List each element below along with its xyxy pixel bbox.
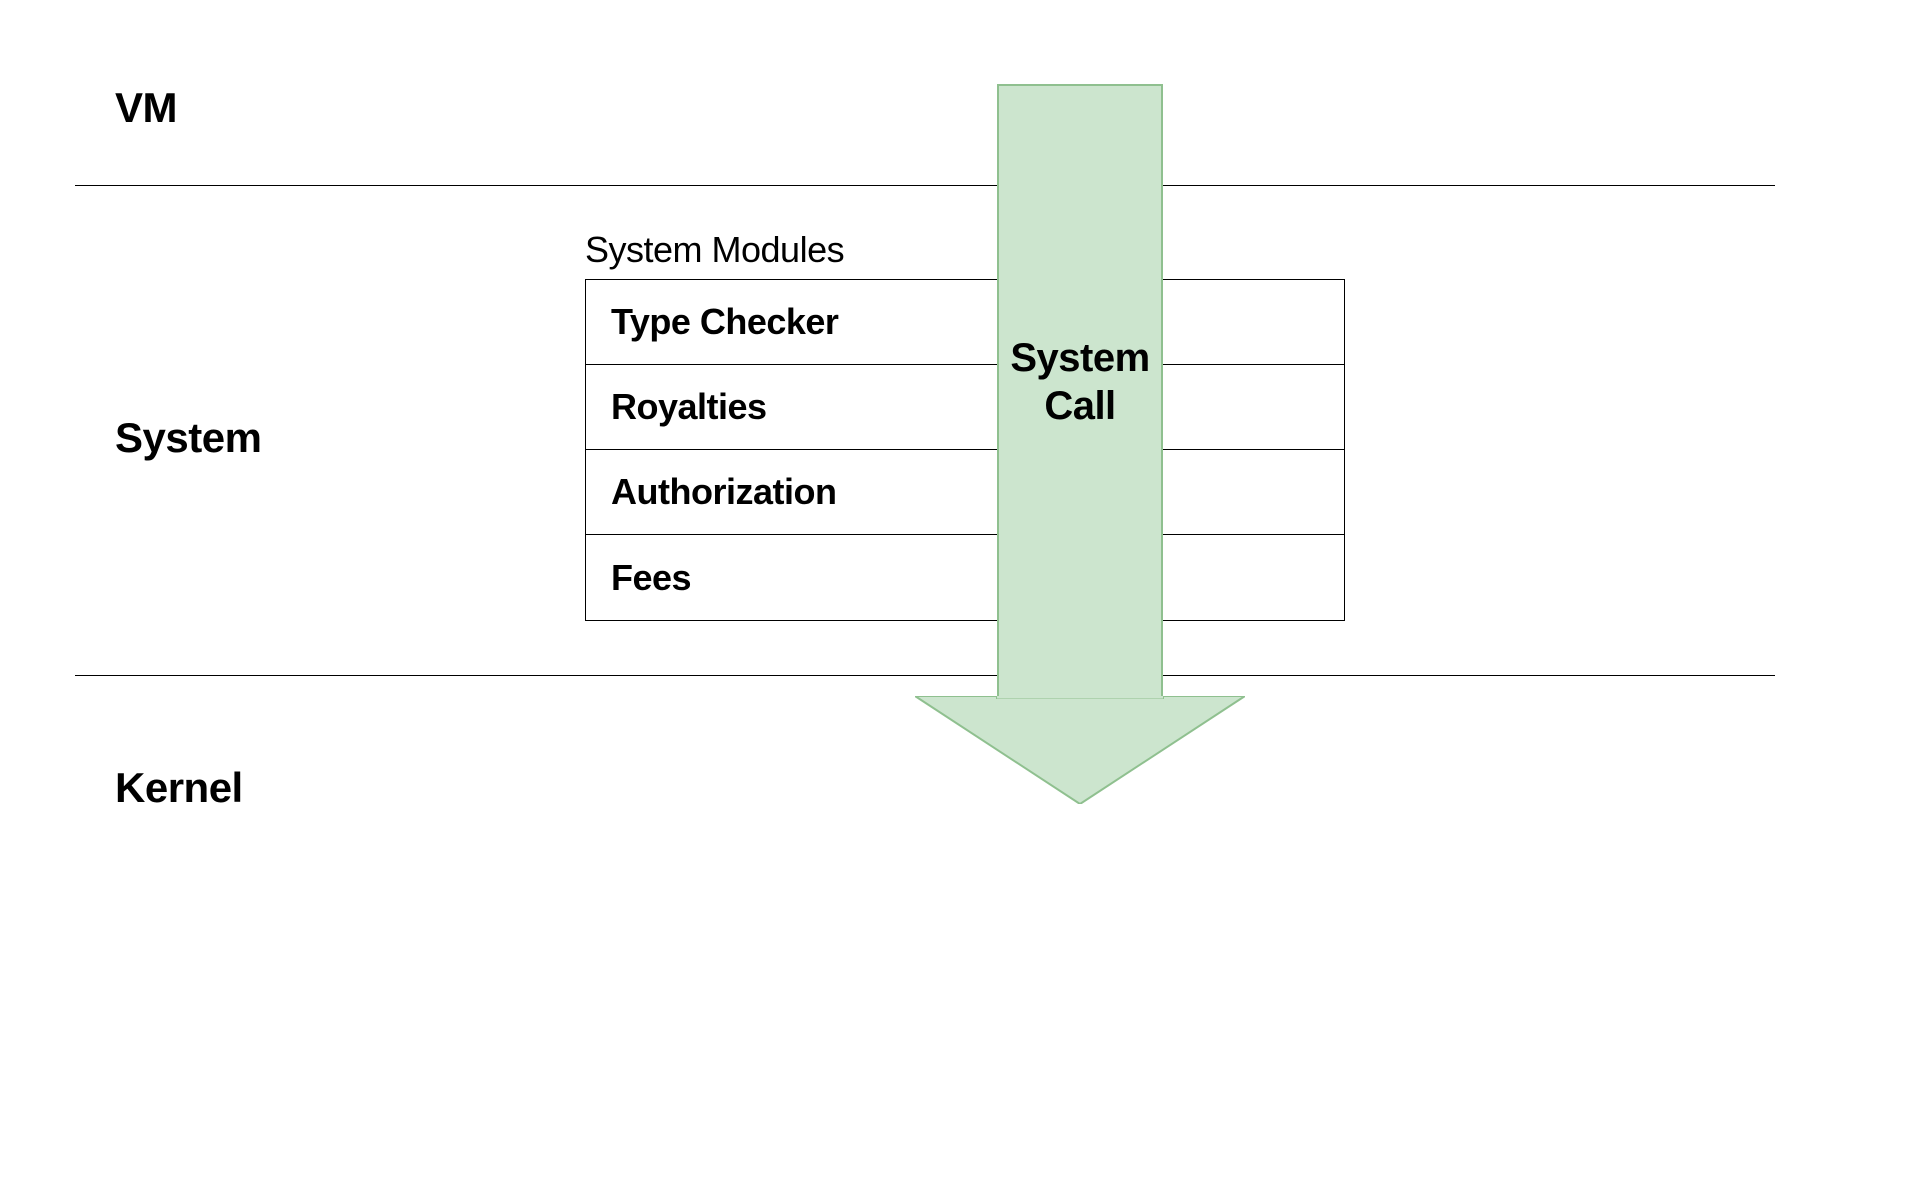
layer-label-kernel: Kernel <box>115 764 243 812</box>
arrow-label-line1: System <box>1010 336 1149 380</box>
system-call-arrow: System Call <box>915 84 1245 804</box>
arrow-label: System Call <box>1010 334 1149 430</box>
arrow-shaft: System Call <box>997 84 1163 698</box>
arrow-down-icon <box>915 696 1245 804</box>
layer-label-vm: VM <box>115 84 177 132</box>
layer-label-system: System <box>115 414 261 462</box>
system-modules-heading: System Modules <box>585 229 844 271</box>
arrow-label-line2: Call <box>1044 384 1115 428</box>
layered-architecture-diagram: VM System System Modules Type Checker Ro… <box>75 84 1845 1084</box>
